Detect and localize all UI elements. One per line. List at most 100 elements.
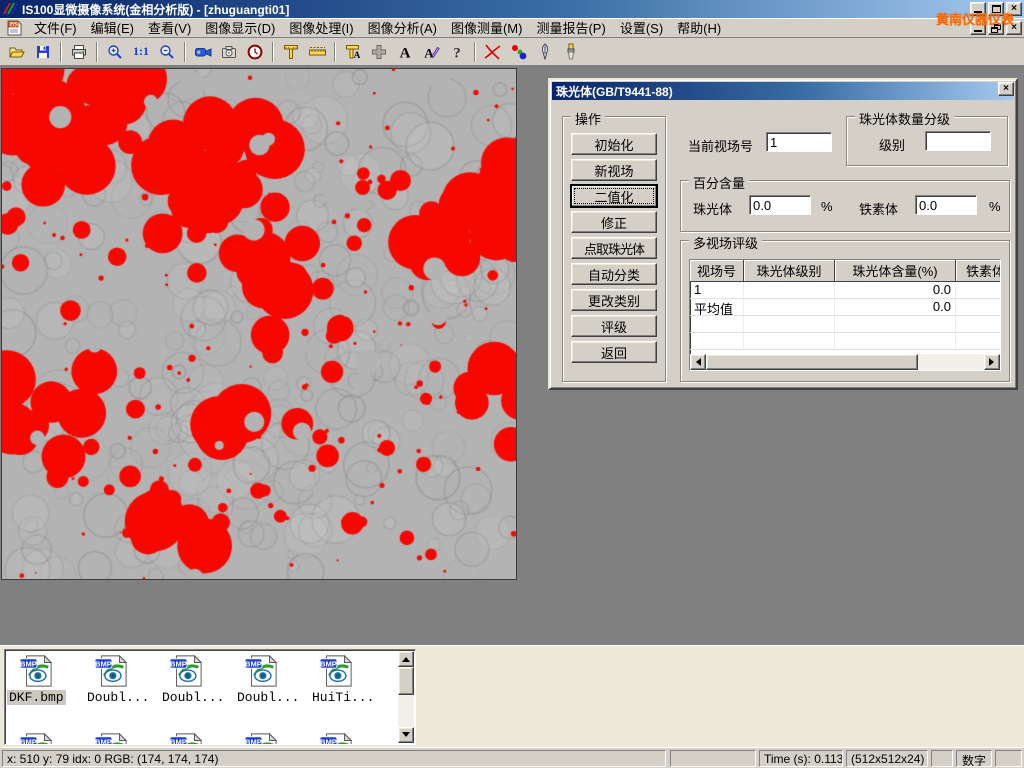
cell-content: 0.0 (835, 299, 956, 315)
open-folder-icon (8, 44, 26, 60)
open-button[interactable] (4, 40, 30, 64)
caliper-icon (283, 44, 299, 60)
help-button[interactable]: ? (444, 40, 470, 64)
toolbar-separator (474, 42, 476, 62)
grade-button[interactable]: 评级 (571, 315, 657, 337)
zoom-in-button[interactable] (102, 40, 128, 64)
table-row[interactable]: 平均值 0.0 (690, 299, 1000, 316)
binarize-button[interactable]: 二值化 (571, 185, 657, 207)
new-field-button[interactable]: 新视场 (571, 159, 657, 181)
ferrite-input[interactable] (915, 195, 977, 215)
brush-button[interactable] (558, 40, 584, 64)
menu-edit[interactable]: 编辑(E) (84, 16, 141, 39)
bmp-file-icon[interactable] (319, 732, 353, 745)
col-field-no[interactable]: 视场号 (690, 260, 744, 282)
change-class-button[interactable]: 更改类别 (571, 289, 657, 311)
menu-measure-report[interactable]: 测量报告(P) (529, 16, 612, 39)
init-button[interactable]: 初始化 (571, 133, 657, 155)
scroll-thumb[interactable] (398, 667, 414, 695)
toolbar: 1:1 (0, 38, 1024, 66)
multifield-table[interactable]: 视场号 珠光体级别 珠光体含量(%) 铁素体 1 0.0 平均值 0.0 (689, 259, 1001, 371)
file-name[interactable]: Doubl... (160, 690, 226, 705)
menu-view[interactable]: 查看(V) (141, 16, 198, 39)
file-name[interactable]: HuiTi... (310, 690, 376, 705)
actual-size-button[interactable]: 1:1 (128, 40, 154, 64)
menu-image-display[interactable]: 图像显示(D) (198, 16, 282, 39)
text-button[interactable]: A (392, 40, 418, 64)
bmp-file-icon[interactable] (19, 654, 53, 688)
grade-input[interactable] (925, 131, 991, 151)
menu-image-analysis[interactable]: 图像分析(A) (361, 16, 444, 39)
menu-image-process[interactable]: 图像处理(I) (282, 16, 360, 39)
correct-button[interactable]: 修正 (571, 211, 657, 233)
bmp-file-icon[interactable] (244, 654, 278, 688)
print-button[interactable] (66, 40, 92, 64)
help-icon: ? (449, 44, 465, 60)
col-pearlite-grade[interactable]: 珠光体级别 (744, 260, 835, 282)
ruler-measure-button[interactable] (304, 40, 330, 64)
printer-icon (71, 44, 87, 60)
dialog-close-button[interactable]: × (998, 82, 1014, 96)
snapshot-button[interactable] (216, 40, 242, 64)
scroll-up-button[interactable] (398, 651, 414, 667)
grade-label: 级别 (879, 135, 905, 154)
zoom-out-button[interactable] (154, 40, 180, 64)
scroll-down-button[interactable] (398, 727, 414, 743)
curve-cut-button[interactable] (480, 40, 506, 64)
pick-pearlite-button[interactable]: 点取珠光体 (571, 237, 657, 259)
bmp-file-icon[interactable] (244, 732, 278, 745)
table-row[interactable]: 1 0.0 (690, 282, 1000, 299)
file-name[interactable]: Doubl... (235, 690, 301, 705)
menu-settings[interactable]: 设置(S) (613, 16, 670, 39)
status-panel-empty (670, 750, 756, 767)
merge-grid-button[interactable] (366, 40, 392, 64)
svg-text:DOC: DOC (9, 22, 20, 27)
file-name-selected[interactable]: DKF.bmp (7, 690, 66, 705)
bmp-file-icon[interactable] (94, 732, 128, 745)
ruler-text-icon: A (345, 44, 362, 60)
file-list-scrollbar[interactable] (398, 651, 414, 743)
metallograph-image[interactable] (2, 69, 516, 579)
toolbar-separator (334, 42, 336, 62)
video-capture-button[interactable] (190, 40, 216, 64)
bmp-file-icon[interactable] (319, 654, 353, 688)
auto-classify-button[interactable]: 自动分类 (571, 263, 657, 285)
return-button[interactable]: 返回 (571, 341, 657, 363)
video-camera-icon (195, 45, 212, 59)
operation-group: 操作 初始化 新视场 二值化 修正 点取珠光体 自动分类 更改类别 评级 返回 (562, 116, 666, 382)
col-ferrite[interactable]: 铁素体 (956, 260, 1001, 282)
multifield-group-label: 多视场评级 (689, 233, 762, 252)
current-field-input[interactable] (766, 132, 832, 152)
annotate-button[interactable]: A (418, 40, 444, 64)
file-name[interactable]: Doubl... (85, 690, 151, 705)
caliper-measure-button[interactable] (278, 40, 304, 64)
color-dots-icon (510, 44, 528, 60)
operation-group-label: 操作 (571, 109, 605, 128)
menu-image-measure[interactable]: 图像测量(M) (444, 16, 530, 39)
zoom-in-icon (107, 44, 123, 60)
pearlite-input[interactable] (749, 195, 811, 215)
bmp-file-icon[interactable] (169, 654, 203, 688)
col-pearlite-content[interactable]: 珠光体含量(%) (835, 260, 956, 282)
save-button[interactable] (30, 40, 56, 64)
cell-field-no: 平均值 (690, 299, 744, 315)
bmp-file-icon[interactable] (19, 732, 53, 745)
save-icon (35, 44, 51, 60)
measure-text-button[interactable]: A (340, 40, 366, 64)
timer-button[interactable] (242, 40, 268, 64)
scroll-left-button[interactable] (690, 354, 706, 370)
cell-content: 0.0 (835, 282, 956, 298)
bmp-file-icon[interactable] (94, 654, 128, 688)
table-row-empty (690, 316, 1000, 333)
color-classify-button[interactable] (506, 40, 532, 64)
scroll-right-button[interactable] (984, 354, 1000, 370)
scroll-thumb[interactable] (706, 354, 918, 370)
bmp-file-icon[interactable] (169, 732, 203, 745)
document-system-icon[interactable]: DOC (6, 20, 23, 36)
menu-help[interactable]: 帮助(H) (670, 16, 728, 39)
grading-group-label: 珠光体数量分级 (855, 109, 954, 128)
file-list[interactable]: DKF.bmp Doubl... Doubl... Doubl... HuiTi… (4, 649, 416, 745)
menu-file[interactable]: 文件(F) (27, 16, 84, 39)
pen-button[interactable] (532, 40, 558, 64)
table-horizontal-scrollbar[interactable] (690, 354, 1000, 370)
